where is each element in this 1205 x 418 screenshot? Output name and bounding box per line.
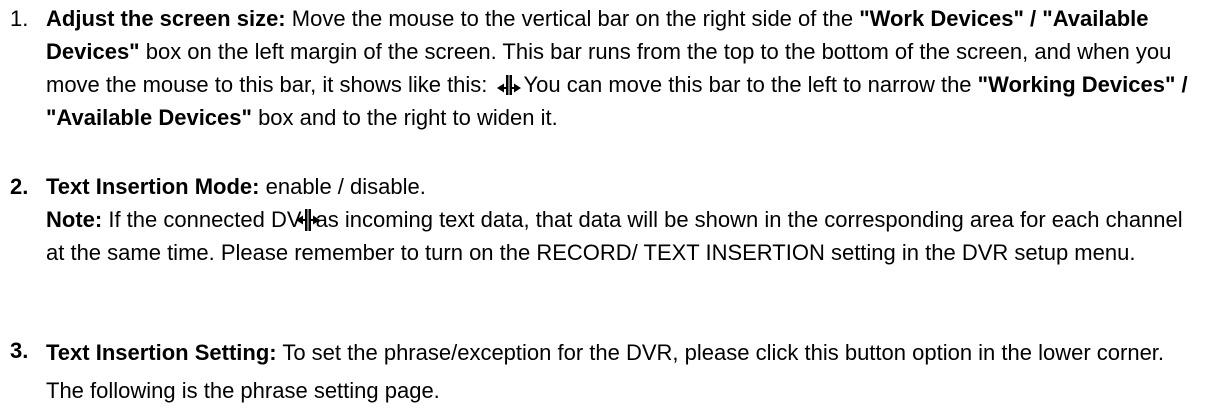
item-text-2: Text Insertion Mode: enable / disable. No… [46, 170, 1196, 269]
list-item-1: 1. Adjust the screen size: Move the mous… [0, 2, 1205, 172]
item-1-part-3: You can move this bar to the left to nar… [523, 72, 978, 97]
item-title-3: Text Insertion Setting: [46, 340, 277, 365]
note-label: Note: [46, 207, 103, 232]
item-1-part-4: box and to the right to widen it. [251, 105, 558, 130]
resize-horizontal-cursor-icon [494, 74, 524, 96]
item-number-2: 2. [10, 174, 29, 199]
document-page: 1. Adjust the screen size: Move the mous… [0, 0, 1205, 418]
resize-horizontal-cursor-icon-overlay [294, 208, 322, 232]
item-1-part-1: Move the mouse to the vertical bar on th… [285, 6, 860, 31]
item-2-desc: enable / disable. [259, 174, 426, 199]
item-text-1: Adjust the screen size: Move the mouse t… [46, 2, 1196, 134]
note-text-a: If the connected DV [102, 207, 302, 232]
item-number-3: 3. [10, 338, 29, 363]
item-number-1: 1. [10, 6, 29, 31]
item-title-2: Text Insertion Mode: [46, 174, 260, 199]
item-text-3: Text Insertion Setting: To set the phras… [46, 334, 1196, 410]
list-item-3: 3. Text Insertion Setting: To set the ph… [0, 334, 1205, 418]
item-title-1: Adjust the screen size: [46, 6, 286, 31]
list-item-2: 2. Text Insertion Mode: enable / disable… [0, 170, 1205, 300]
